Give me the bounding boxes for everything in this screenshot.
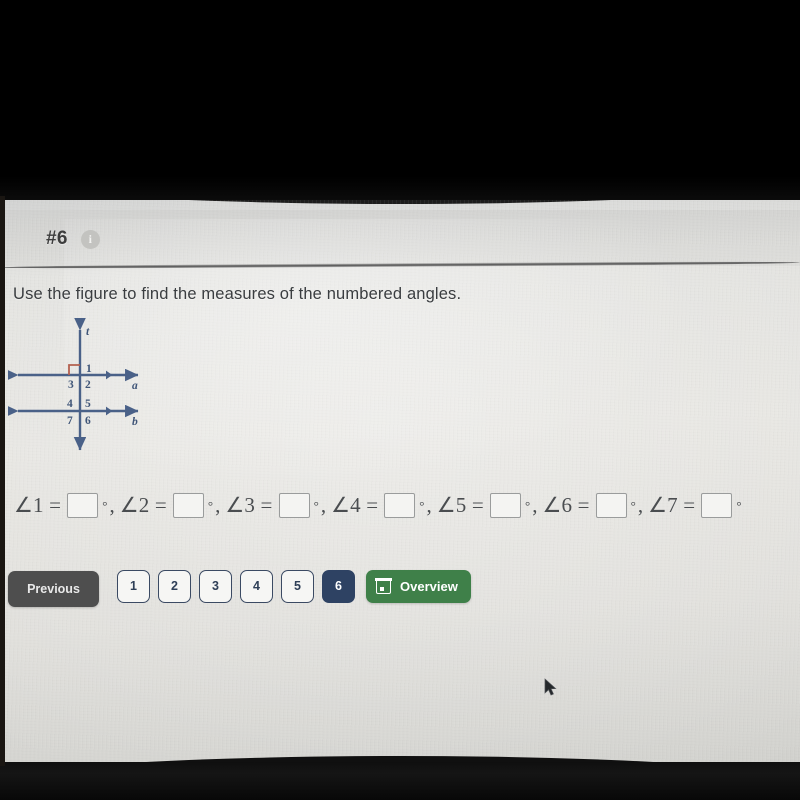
answer-input-2[interactable]: [172, 493, 204, 518]
separator-5: ,: [532, 493, 538, 517]
answer-label-5: ∠5 =: [436, 493, 484, 517]
line-a: [8, 368, 139, 382]
degree-symbol-5: °: [524, 497, 531, 513]
degree-symbol-7: °: [736, 497, 742, 513]
answer-input-7[interactable]: [701, 493, 733, 518]
answer-label-4: ∠4 =: [331, 493, 379, 517]
answer-label-1: ∠1 =: [14, 493, 62, 517]
answer-input-1[interactable]: [67, 493, 99, 518]
answer-label-6: ∠6 =: [542, 493, 590, 517]
previous-button[interactable]: Previous: [8, 571, 99, 607]
mouse-cursor: [544, 678, 557, 697]
label-a: a: [132, 380, 138, 392]
device-bezel-top: [0, 0, 800, 200]
degree-symbol-4: °: [419, 497, 425, 513]
angle-label-5: 5: [85, 398, 91, 410]
label-b: b: [132, 416, 138, 428]
answer-row: ∠1 = ° , ∠2 = ° , ∠3 = ° , ∠4 = ° , ∠5 =…: [14, 493, 742, 518]
angle-label-1: 1: [86, 363, 92, 375]
overview-label: Overview: [400, 578, 458, 594]
geometry-figure: t a b 1 2 3 4 5 6 7: [8, 318, 188, 463]
page-number-list: 1 2 3 4 5 6: [117, 569, 355, 603]
angle-label-6: 6: [85, 415, 91, 427]
calendar-icon: [375, 577, 392, 594]
angle-label-4: 4: [67, 398, 73, 410]
page-title: #6: [46, 228, 68, 249]
page-button-6[interactable]: 6: [322, 569, 355, 603]
device-bezel-bottom: [0, 762, 800, 800]
answer-input-6[interactable]: [595, 493, 627, 518]
answer-term-4: ∠4 = °: [331, 493, 425, 518]
photo-noise-overlay: [0, 196, 800, 766]
info-icon[interactable]: i: [80, 229, 100, 249]
answer-term-6: ∠6 = °: [542, 493, 636, 518]
answer-term-1: ∠1 = °: [14, 493, 107, 518]
answer-term-2: ∠2 = °: [120, 493, 213, 518]
answer-input-4[interactable]: [384, 493, 416, 518]
question-prompt: Use the figure to find the measures of t…: [13, 285, 462, 303]
answer-label-7: ∠7 =: [648, 493, 696, 517]
separator-4: ,: [426, 493, 432, 517]
question-header: #6 i: [46, 228, 100, 250]
angle-label-3: 3: [68, 379, 74, 391]
separator-3: ,: [320, 493, 327, 517]
angle-label-7: 7: [67, 415, 73, 427]
bottom-navigation: Previous 1 2 3 4 5 6 Overview: [8, 569, 471, 607]
page-button-5[interactable]: 5: [281, 569, 314, 603]
line-b: [8, 404, 139, 418]
separator-1: ,: [109, 493, 115, 517]
answer-term-3: ∠3 = °: [225, 493, 319, 518]
app-header-band: [0, 210, 800, 266]
screenshot-root: #6 i Use the figure to find the measures…: [0, 0, 800, 800]
answer-term-7: ∠7 = °: [648, 493, 742, 518]
answer-term-5: ∠5 = °: [437, 493, 530, 518]
page-button-2[interactable]: 2: [158, 569, 191, 603]
label-t: t: [86, 326, 90, 338]
answer-label-3: ∠3 =: [225, 493, 273, 517]
overview-button[interactable]: Overview: [366, 569, 471, 603]
answer-input-3[interactable]: [278, 493, 310, 518]
device-bezel-left: [0, 196, 5, 766]
degree-symbol-6: °: [630, 497, 636, 513]
answer-label-2: ∠2 =: [119, 493, 167, 517]
page-button-4[interactable]: 4: [240, 569, 273, 603]
screen-surface: [0, 196, 800, 766]
degree-symbol-2: °: [207, 497, 214, 513]
degree-symbol-1: °: [102, 497, 108, 513]
page-button-1[interactable]: 1: [117, 569, 150, 603]
answer-input-5[interactable]: [489, 493, 521, 518]
degree-symbol-3: °: [313, 497, 319, 513]
separator-2: ,: [215, 493, 221, 517]
page-button-3[interactable]: 3: [199, 569, 232, 603]
separator-6: ,: [637, 493, 644, 517]
right-angle-marker: [68, 364, 80, 375]
angle-label-2: 2: [85, 379, 91, 391]
